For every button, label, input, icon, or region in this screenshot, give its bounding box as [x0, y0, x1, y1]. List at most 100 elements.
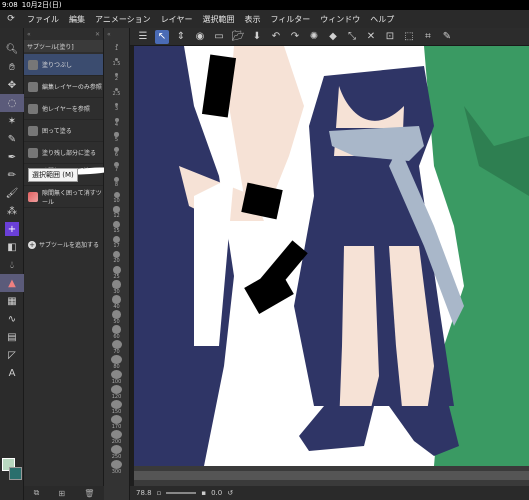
save-icon[interactable]: ⬇: [250, 30, 264, 44]
gradient-icon[interactable]: ▦: [0, 292, 24, 310]
ruler-icon[interactable]: ◸: [0, 346, 24, 364]
brush-size-preset[interactable]: 6: [109, 145, 125, 160]
menu-help[interactable]: ヘルプ: [365, 14, 399, 25]
brush-size-preset[interactable]: 200: [109, 430, 125, 445]
copy-icon[interactable]: ⊞: [58, 489, 65, 498]
clear-icon[interactable]: ✕: [364, 30, 378, 44]
brush-size-preset[interactable]: 60: [109, 325, 125, 340]
brush-size-preset[interactable]: 170: [109, 415, 125, 430]
brush-size-preset[interactable]: 250: [109, 445, 125, 460]
brush-icon[interactable]: 🖌︎: [0, 184, 24, 202]
menu-view[interactable]: 表示: [239, 14, 265, 25]
brush-size-preset[interactable]: 2.5: [109, 85, 125, 100]
cursor-icon[interactable]: ↖: [155, 29, 169, 44]
selection-icon[interactable]: ◌: [0, 94, 24, 112]
collapse-icon[interactable]: «: [27, 31, 31, 38]
menu-filter[interactable]: フィルター: [265, 14, 315, 25]
subtool-tab[interactable]: サブツール[塗り]: [24, 40, 103, 52]
brush-size-preset[interactable]: 12: [109, 205, 125, 220]
blend-icon[interactable]: 💧︎: [0, 256, 24, 274]
move-icon[interactable]: ✥: [0, 76, 24, 94]
scroll-thumb[interactable]: [134, 471, 529, 480]
redo-icon[interactable]: ↷: [288, 30, 302, 44]
menu-animation[interactable]: アニメーション: [90, 14, 156, 25]
duplicate-icon[interactable]: ⧉: [34, 488, 40, 498]
zoom-in-icon[interactable]: ▪: [201, 489, 206, 497]
fill-icon[interactable]: ▲: [0, 274, 24, 292]
subtool-item[interactable]: 他レイヤーを参照: [24, 98, 103, 120]
loading-icon[interactable]: ✺: [307, 30, 321, 44]
subtool-item[interactable]: 塗りつぶし: [24, 54, 103, 76]
brush-size-preset[interactable]: 8: [109, 175, 125, 190]
collapse-icon[interactable]: «: [107, 31, 111, 38]
brush-size-preset[interactable]: 3: [109, 100, 125, 115]
horizontal-scrollbar[interactable]: [134, 466, 529, 486]
rotate-icon[interactable]: ↺: [227, 489, 233, 497]
pencil-icon[interactable]: ✏: [0, 166, 24, 184]
app-logo-icon[interactable]: ⟳: [0, 14, 22, 24]
pen-settings-icon[interactable]: ✎: [440, 30, 454, 44]
brush-size-preset[interactable]: 5: [109, 130, 125, 145]
brush-size-preset[interactable]: 1.5: [109, 55, 125, 70]
airbrush-icon[interactable]: ⁂: [0, 202, 24, 220]
brush-size-preset[interactable]: 40: [109, 295, 125, 310]
selection-mask-icon[interactable]: ⌗: [421, 30, 435, 44]
transform-icon[interactable]: ⤡: [345, 30, 359, 44]
brush-size-preset[interactable]: 10: [109, 190, 125, 205]
text-icon[interactable]: A: [0, 364, 24, 382]
brush-size-preset[interactable]: 17: [109, 235, 125, 250]
zoom-out-icon[interactable]: ▫: [157, 489, 162, 497]
menu-edit[interactable]: 編集: [64, 14, 90, 25]
hand-icon[interactable]: ✋︎: [0, 58, 24, 76]
add-subtool-button[interactable]: + サブツールを追加する: [28, 240, 99, 249]
brush-size-preset[interactable]: 120: [109, 385, 125, 400]
color-swatches[interactable]: [2, 458, 22, 482]
rotation-value[interactable]: 0.0: [211, 489, 222, 497]
brush-size-preset[interactable]: 1: [109, 40, 125, 55]
open-icon[interactable]: 📂︎: [231, 30, 245, 44]
brush-size-preset[interactable]: 70: [109, 340, 125, 355]
brush-size-preset[interactable]: 7: [109, 160, 125, 175]
arrows-icon[interactable]: ⇕: [174, 30, 188, 44]
navigator-icon[interactable]: ◉: [193, 30, 207, 44]
brush-size-preset[interactable]: 25: [109, 265, 125, 280]
magnifier-icon[interactable]: 🔍︎: [0, 40, 24, 58]
eyedropper-icon[interactable]: ✎: [0, 130, 24, 148]
zoom-value[interactable]: 78.8: [136, 489, 152, 497]
menu-layer[interactable]: レイヤー: [156, 14, 198, 25]
fill-bucket-icon[interactable]: ◆: [326, 30, 340, 44]
pen-icon[interactable]: ✒: [0, 148, 24, 166]
close-icon[interactable]: ✕: [95, 31, 100, 38]
frame-icon[interactable]: ▤: [0, 328, 24, 346]
zoom-slider[interactable]: [166, 492, 197, 494]
brush-size-preset[interactable]: 15: [109, 220, 125, 235]
brush-size-preset[interactable]: 20: [109, 250, 125, 265]
invert-icon[interactable]: ⬚: [402, 30, 416, 44]
canvas[interactable]: [134, 46, 529, 466]
menu-icon[interactable]: ☰: [136, 30, 150, 44]
brush-size-preset[interactable]: 2: [109, 70, 125, 85]
menu-selection[interactable]: 選択範囲: [197, 14, 239, 25]
brush-size-preset[interactable]: 80: [109, 355, 125, 370]
brush-size-preset[interactable]: 300: [109, 460, 125, 475]
deselect-icon[interactable]: ⊡: [383, 30, 397, 44]
brush-size-preset[interactable]: 30: [109, 280, 125, 295]
menu-file[interactable]: ファイル: [22, 14, 64, 25]
figure-icon[interactable]: ∿: [0, 310, 24, 328]
brush-size-preset[interactable]: 150: [109, 400, 125, 415]
sub-color-swatch[interactable]: [9, 467, 22, 480]
new-file-icon[interactable]: ▭: [212, 30, 226, 44]
subtool-item[interactable]: 隙間無く囲って消すツール: [24, 186, 103, 208]
brush-size-preset[interactable]: 4: [109, 115, 125, 130]
auto-select-icon[interactable]: ✶: [0, 112, 24, 130]
brush-size-preset[interactable]: 50: [109, 310, 125, 325]
brush-size-preset[interactable]: 100: [109, 370, 125, 385]
subtool-item[interactable]: 塗り残し部分に塗る: [24, 142, 103, 164]
decoration-icon[interactable]: +: [5, 222, 19, 236]
eraser-icon[interactable]: ◧: [0, 238, 24, 256]
undo-icon[interactable]: ↶: [269, 30, 283, 44]
subtool-item[interactable]: 囲って塗る: [24, 120, 103, 142]
menu-window[interactable]: ウィンドウ: [315, 14, 365, 25]
subtool-item[interactable]: 編集レイヤーのみ参照: [24, 76, 103, 98]
delete-icon[interactable]: 🗑︎: [84, 489, 94, 498]
